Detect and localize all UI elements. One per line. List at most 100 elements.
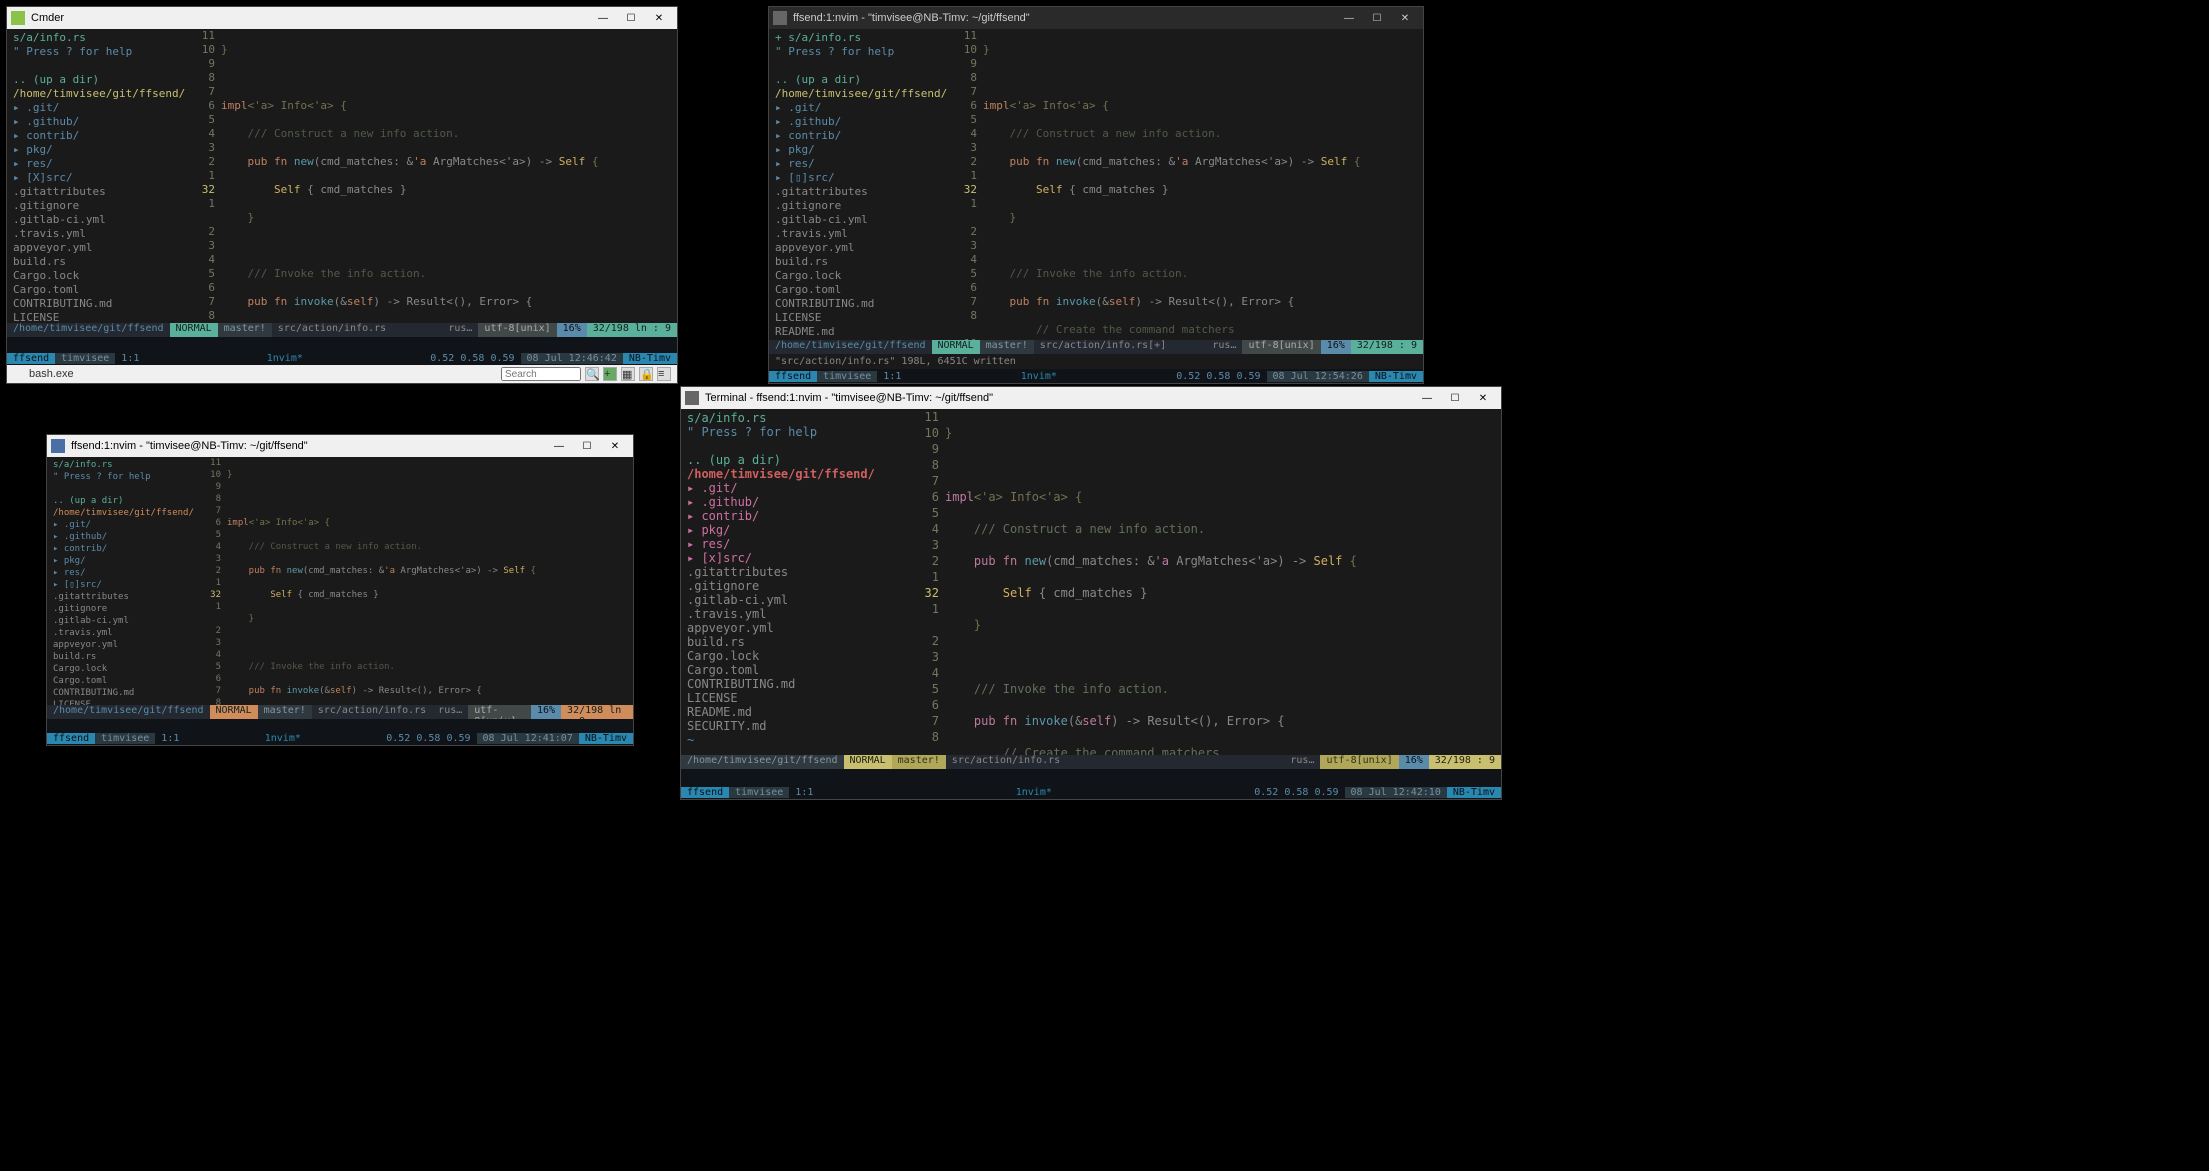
tmux-session[interactable]: ffsend [7, 353, 55, 364]
tree-file[interactable]: LICENSE [775, 311, 941, 325]
tmux-session[interactable]: ffsend [769, 371, 817, 382]
tree-file[interactable]: Cargo.lock [775, 269, 941, 283]
tree-dir[interactable]: ▸ res/ [687, 537, 899, 551]
tree-file[interactable]: .gitattributes [775, 185, 941, 199]
close-button[interactable]: ✕ [645, 7, 673, 29]
up-dir[interactable]: .. (up a dir) [53, 495, 191, 507]
tree-file[interactable]: .gitlab-ci.yml [13, 213, 179, 227]
tree-dir[interactable]: ▸ pkg/ [775, 143, 941, 157]
tabs-icon[interactable]: ▦ [621, 367, 635, 381]
tree-dir[interactable]: ▸ contrib/ [13, 129, 179, 143]
titlebar[interactable]: ffsend:1:nvim - "timvisee@NB-Timv: ~/git… [769, 7, 1423, 29]
tree-dir[interactable]: ▸ .git/ [775, 101, 941, 115]
tree-file[interactable]: Cargo.lock [687, 649, 899, 663]
tree-file[interactable]: .gitignore [13, 199, 179, 213]
minimize-button[interactable]: — [545, 435, 573, 457]
up-dir[interactable]: .. (up a dir) [687, 453, 899, 467]
up-dir[interactable]: .. (up a dir) [13, 73, 179, 87]
tree-dir[interactable]: ▸ contrib/ [687, 509, 899, 523]
tree-file[interactable]: .gitignore [687, 579, 899, 593]
tab-label[interactable]: bash.exe [29, 368, 74, 380]
tree-file[interactable]: CONTRIBUTING.md [775, 297, 941, 311]
tree-file[interactable]: .gitignore [775, 199, 941, 213]
tree-file[interactable]: CONTRIBUTING.md [13, 297, 179, 311]
tree-file[interactable]: build.rs [775, 255, 941, 269]
file-tree[interactable]: s/a/info.rs " Press ? for help .. (up a … [681, 409, 905, 755]
new-tab-button[interactable]: + [603, 367, 617, 381]
tree-file[interactable]: .travis.yml [13, 227, 179, 241]
tree-file[interactable]: Cargo.lock [13, 269, 179, 283]
tree-file[interactable]: appveyor.yml [687, 621, 899, 635]
tree-dir-src[interactable]: ▸ [X]src/ [13, 171, 179, 185]
file-tree[interactable]: + s/a/info.rs " Press ? for help .. (up … [769, 29, 947, 340]
tree-file[interactable]: .gitlab-ci.yml [687, 593, 899, 607]
titlebar[interactable]: Cmder — ☐ ✕ [7, 7, 677, 29]
code-pane[interactable]: } impl<'a> Info<'a> { /// Construct a ne… [221, 29, 677, 323]
tree-dir[interactable]: ▸ res/ [13, 157, 179, 171]
tree-file[interactable]: .gitattributes [687, 565, 899, 579]
tree-file[interactable]: Cargo.toml [687, 663, 899, 677]
close-button[interactable]: ✕ [1391, 7, 1419, 29]
tree-file[interactable]: .gitattributes [53, 591, 191, 603]
tree-dir[interactable]: ▸ .github/ [13, 115, 179, 129]
tree-file[interactable]: .gitignore [53, 603, 191, 615]
file-tree[interactable]: s/a/info.rs " Press ? for help .. (up a … [7, 29, 185, 323]
tmux-session[interactable]: ffsend [47, 733, 95, 744]
tree-file[interactable]: CONTRIBUTING.md [687, 677, 899, 691]
tree-dir-src[interactable]: ▸ [x]src/ [687, 551, 899, 565]
tree-file[interactable]: .gitattributes [13, 185, 179, 199]
tree-file[interactable]: build.rs [13, 255, 179, 269]
code-pane[interactable]: } impl<'a> Info<'a> { /// Construct a ne… [227, 457, 633, 705]
tree-file[interactable]: .gitlab-ci.yml [775, 213, 941, 227]
tree-dir[interactable]: ▸ .github/ [687, 495, 899, 509]
tree-dir[interactable]: ▸ .git/ [687, 481, 899, 495]
tree-file[interactable]: README.md [687, 705, 899, 719]
tree-file[interactable]: CONTRIBUTING.md [53, 687, 191, 699]
tree-file[interactable]: README.md [775, 325, 941, 339]
tree-dir[interactable]: ▸ res/ [53, 567, 191, 579]
tree-file[interactable]: Cargo.toml [775, 283, 941, 297]
tree-dir[interactable]: ▸ pkg/ [13, 143, 179, 157]
file-tree[interactable]: s/a/info.rs " Press ? for help .. (up a … [47, 457, 197, 705]
minimize-button[interactable]: — [1335, 7, 1363, 29]
tree-dir-src[interactable]: ▸ [▯]src/ [53, 579, 191, 591]
tree-file[interactable]: .travis.yml [687, 607, 899, 621]
tree-file[interactable]: Cargo.toml [13, 283, 179, 297]
tree-dir[interactable]: ▸ contrib/ [775, 129, 941, 143]
tree-dir[interactable]: ▸ .git/ [53, 519, 191, 531]
tree-file[interactable]: appveyor.yml [13, 241, 179, 255]
tree-dir[interactable]: ▸ res/ [775, 157, 941, 171]
up-dir[interactable]: .. (up a dir) [775, 73, 941, 87]
search-icon[interactable]: 🔍 [585, 367, 599, 381]
tmux-session[interactable]: ffsend [681, 787, 729, 798]
maximize-button[interactable]: ☐ [1363, 7, 1391, 29]
code-pane[interactable]: } impl<'a> Info<'a> { /// Construct a ne… [945, 409, 1501, 755]
tree-file[interactable]: build.rs [53, 651, 191, 663]
tree-file[interactable]: SECURITY.md [687, 719, 899, 733]
tree-dir-src[interactable]: ▸ [▯]src/ [775, 171, 941, 185]
tree-file[interactable]: LICENSE [687, 691, 899, 705]
tree-file[interactable]: Cargo.lock [53, 663, 191, 675]
tree-dir[interactable]: ▸ contrib/ [53, 543, 191, 555]
lock-icon[interactable]: 🔒 [639, 367, 653, 381]
tree-file[interactable]: appveyor.yml [775, 241, 941, 255]
search-input[interactable] [501, 367, 581, 381]
minimize-button[interactable]: — [589, 7, 617, 29]
tree-dir[interactable]: ▸ .github/ [775, 115, 941, 129]
tree-dir[interactable]: ▸ .git/ [13, 101, 179, 115]
tree-dir[interactable]: ▸ pkg/ [53, 555, 191, 567]
tree-file[interactable]: Cargo.toml [53, 675, 191, 687]
menu-icon[interactable]: ≡ [657, 367, 671, 381]
code-pane[interactable]: } impl<'a> Info<'a> { /// Construct a ne… [983, 29, 1423, 340]
tree-file[interactable]: build.rs [687, 635, 899, 649]
tree-file[interactable]: LICENSE [13, 311, 179, 323]
close-button[interactable]: ✕ [601, 435, 629, 457]
tree-file[interactable]: .travis.yml [775, 227, 941, 241]
tree-file[interactable]: .travis.yml [53, 627, 191, 639]
minimize-button[interactable]: — [1413, 387, 1441, 409]
tree-file[interactable]: .gitlab-ci.yml [53, 615, 191, 627]
maximize-button[interactable]: ☐ [573, 435, 601, 457]
close-button[interactable]: ✕ [1469, 387, 1497, 409]
maximize-button[interactable]: ☐ [617, 7, 645, 29]
tree-file[interactable]: appveyor.yml [53, 639, 191, 651]
